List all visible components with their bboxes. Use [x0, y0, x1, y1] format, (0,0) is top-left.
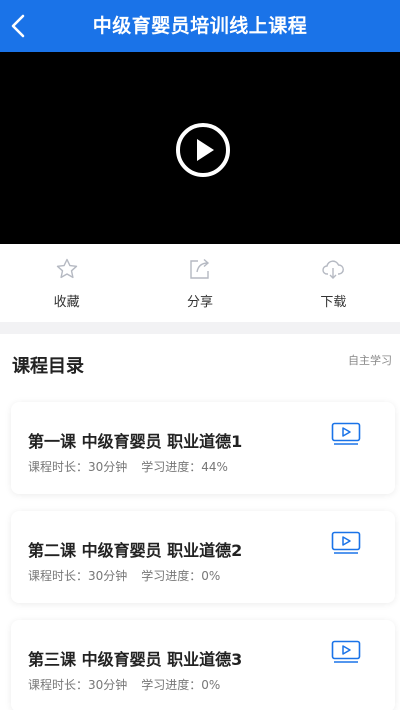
lesson-title: 第一课 中级育婴员 职业道德1	[28, 432, 243, 451]
video-player[interactable]	[0, 52, 400, 244]
page-title: 中级育婴员培训线上课程	[92, 15, 308, 37]
video-icon[interactable]	[331, 640, 361, 664]
lesson-title: 第二课 中级育婴员 职业道德2	[28, 541, 243, 560]
lesson-list: 第一课 中级育婴员 职业道德1 课程时长：30分钟 学习进度：44% 第二课 中级…	[0, 386, 400, 710]
favorite-button[interactable]: 收藏	[0, 244, 133, 322]
lesson-card[interactable]: 第一课 中级育婴员 职业道德1 课程时长：30分钟 学习进度：44%	[11, 402, 395, 494]
lesson-card[interactable]: 第二课 中级育婴员 职业道德2 课程时长：30分钟 学习进度：0%	[11, 511, 395, 603]
lesson-meta: 课程时长：30分钟 学习进度：0%	[28, 676, 234, 693]
lesson-duration: 课程时长：30分钟	[28, 678, 128, 692]
catalog-title: 课程目录	[12, 356, 84, 377]
lesson-progress: 学习进度：0%	[141, 569, 221, 583]
lesson-title: 第三课 中级育婴员 职业道德3	[28, 650, 243, 669]
cloud-download-icon	[322, 260, 345, 279]
lesson-progress: 学习进度：44%	[141, 460, 228, 474]
play-circle-icon[interactable]	[175, 122, 231, 178]
lesson-meta: 课程时长：30分钟 学习进度：0%	[28, 567, 234, 584]
star-icon	[56, 258, 77, 279]
lesson-card[interactable]: 第三课 中级育婴员 职业道德3 课程时长：30分钟 学习进度：0%	[11, 620, 395, 710]
download-button[interactable]: 下载	[267, 244, 400, 322]
app-header: 中级育婴员培训线上课程	[0, 0, 400, 52]
download-label: 下载	[320, 295, 347, 310]
share-label: 分享	[186, 295, 213, 310]
lesson-progress: 学习进度：0%	[141, 678, 221, 692]
self-study-link[interactable]: 自主学习	[348, 352, 392, 368]
video-icon[interactable]	[331, 422, 361, 446]
video-icon[interactable]	[331, 531, 361, 555]
action-bar: 收藏 分享 下载	[0, 244, 400, 322]
share-button[interactable]: 分享	[133, 244, 266, 322]
lesson-duration: 课程时长：30分钟	[28, 460, 128, 474]
chevron-left-icon	[11, 14, 25, 38]
share-icon	[190, 258, 210, 279]
back-button[interactable]	[4, 10, 32, 42]
catalog-header: 课程目录 自主学习	[0, 334, 400, 386]
lesson-duration: 课程时长：30分钟	[28, 569, 128, 583]
favorite-label: 收藏	[53, 295, 80, 310]
lesson-meta: 课程时长：30分钟 学习进度：44%	[28, 458, 242, 475]
